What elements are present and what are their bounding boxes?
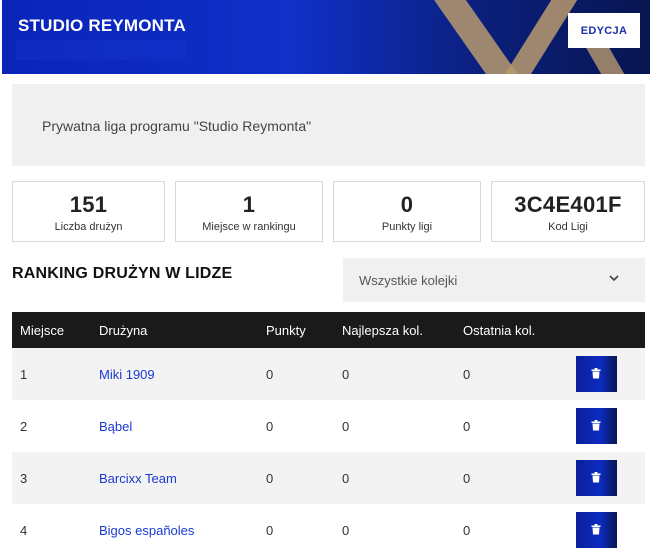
stat-league-code: 3C4E401F Kod Ligi — [491, 181, 645, 242]
table-row: 3 Barcixx Team 0 0 0 — [12, 452, 645, 504]
stat-value: 151 — [69, 192, 108, 217]
chevron-down-icon — [609, 275, 619, 282]
delete-team-button[interactable] — [576, 460, 617, 496]
stat-league-points: 0 Punkty ligi — [333, 181, 481, 242]
league-header: STUDIO REYMONTA EDYCJA — [2, 0, 650, 74]
trash-icon — [591, 368, 601, 379]
row-points: 0 — [266, 419, 274, 434]
header-subline — [16, 40, 186, 60]
team-link[interactable]: Bąbel — [99, 419, 132, 434]
row-place: 1 — [20, 367, 28, 382]
round-filter-select[interactable]: Wszystkie kolejki — [343, 258, 645, 302]
stat-label: Kod Ligi — [548, 221, 588, 233]
edit-button[interactable]: EDYCJA — [568, 13, 640, 48]
row-points: 0 — [266, 367, 274, 382]
stat-ranking-place: 1 Miejsce w rankingu — [175, 181, 323, 242]
stat-value: 0 — [400, 192, 414, 217]
table-row: 2 Bąbel 0 0 0 — [12, 400, 645, 452]
row-last-round: 0 — [463, 471, 471, 486]
delete-team-button[interactable] — [576, 408, 617, 444]
team-link[interactable]: Barcixx Team — [99, 471, 177, 486]
row-best-round: 0 — [342, 523, 350, 538]
column-header: Miejsce — [20, 323, 65, 338]
column-header: Ostatnia kol. — [463, 323, 536, 338]
stat-value: 3C4E401F — [514, 192, 622, 217]
stat-teams-count: 151 Liczba drużyn — [12, 181, 165, 242]
row-best-round: 0 — [342, 471, 350, 486]
round-filter-value: Wszystkie kolejki — [359, 273, 458, 288]
row-place: 4 — [20, 523, 28, 538]
row-place: 3 — [20, 471, 28, 486]
delete-team-button[interactable] — [576, 512, 617, 548]
league-description-box: Prywatna liga programu "Studio Reymonta" — [12, 84, 645, 166]
trash-icon — [591, 420, 601, 431]
row-points: 0 — [266, 471, 274, 486]
stat-label: Miejsce w rankingu — [202, 221, 296, 233]
stat-value: 1 — [242, 192, 256, 217]
team-link[interactable]: Miki 1909 — [99, 367, 155, 382]
row-points: 0 — [266, 523, 274, 538]
row-last-round: 0 — [463, 367, 471, 382]
trash-icon — [591, 472, 601, 483]
table-row: 4 Bigos españoles 0 0 0 — [12, 504, 645, 553]
stat-label: Liczba drużyn — [54, 221, 123, 233]
row-last-round: 0 — [463, 523, 471, 538]
ranking-table-header: Miejsce Drużyna Punkty Najlepsza kol. Os… — [12, 312, 645, 348]
column-header: Punkty — [266, 323, 306, 338]
row-best-round: 0 — [342, 367, 350, 382]
column-header: Najlepsza kol. — [342, 323, 423, 338]
stat-label: Punkty ligi — [381, 221, 433, 233]
trash-icon — [591, 524, 601, 535]
row-place: 2 — [20, 419, 28, 434]
ranking-title: RANKING DRUŻYN W LIDZE — [12, 265, 233, 282]
row-best-round: 0 — [342, 419, 350, 434]
table-row: 1 Miki 1909 0 0 0 — [12, 348, 645, 400]
league-description: Prywatna liga programu "Studio Reymonta" — [42, 118, 312, 134]
league-title: STUDIO REYMONTA — [18, 16, 186, 35]
delete-team-button[interactable] — [576, 356, 617, 392]
row-last-round: 0 — [463, 419, 471, 434]
column-header: Drużyna — [99, 323, 148, 338]
team-link[interactable]: Bigos españoles — [99, 523, 194, 538]
